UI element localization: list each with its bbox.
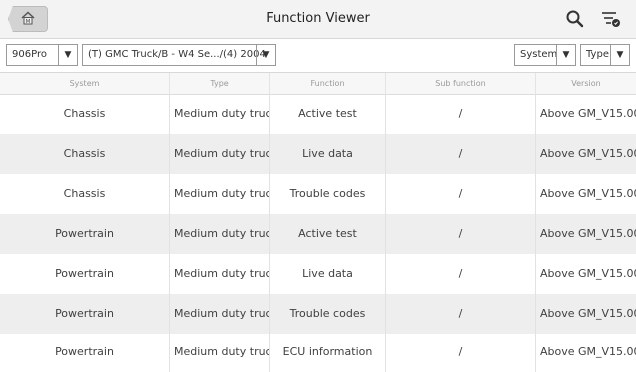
filter-toolbar: 906Pro ▼ (T) GMC Truck/B - W4 Se.../(4) … (0, 39, 636, 73)
cell-version: Above GM_V15.00 (540, 345, 636, 358)
column-header-system[interactable]: System (0, 73, 170, 94)
table-row[interactable]: Chassis Medium duty truck Active test / … (0, 94, 636, 134)
table-row[interactable]: Powertrain Medium duty truck Trouble cod… (0, 294, 636, 334)
search-icon[interactable] (565, 9, 585, 29)
cell-function: Trouble codes (270, 294, 386, 334)
system-filter-value: System (520, 49, 558, 60)
type-filter-value: Type (586, 49, 609, 60)
cell-version: Above GM_V15.00 (540, 107, 636, 120)
cell-version: Above GM_V15.00 (540, 187, 636, 200)
table-row[interactable]: Chassis Medium duty truck Trouble codes … (0, 174, 636, 214)
table-row[interactable]: Powertrain Medium duty truck Active test… (0, 214, 636, 254)
cell-system: Chassis (0, 174, 170, 214)
cell-sub-function: / (386, 134, 536, 174)
dropdown-arrow-icon: ▼ (556, 45, 575, 65)
column-header-version[interactable]: Version (536, 73, 636, 94)
filter-list-icon[interactable] (600, 9, 622, 29)
cell-system: Chassis (0, 134, 170, 174)
cell-function: Live data (270, 254, 386, 294)
cell-version: Above GM_V15.00 (540, 267, 636, 280)
cell-version: Above GM_V15.00 (540, 227, 636, 240)
cell-type: Medium duty truck (170, 134, 270, 174)
cell-sub-function: / (386, 174, 536, 214)
cell-function: Active test (270, 94, 386, 134)
cell-type: Medium duty truck (170, 254, 270, 294)
title-bar: M Function Viewer (0, 0, 636, 39)
cell-type: Medium duty truck (170, 174, 270, 214)
page-title: Function Viewer (266, 11, 370, 26)
cell-type: Medium duty truck (170, 214, 270, 254)
device-select[interactable]: 906Pro ▼ (6, 44, 78, 66)
device-select-value: 906Pro (12, 49, 47, 60)
cell-system: Powertrain (0, 254, 170, 294)
dropdown-arrow-icon: ▼ (256, 45, 275, 65)
vehicle-select[interactable]: (T) GMC Truck/B - W4 Se.../(4) 2004 ▼ (82, 44, 276, 66)
table-header: System Type Function Sub function Versio… (0, 73, 636, 95)
column-header-sub-function[interactable]: Sub function (386, 73, 536, 94)
column-header-function[interactable]: Function (270, 73, 386, 94)
vehicle-select-value: (T) GMC Truck/B - W4 Se.../(4) 2004 (88, 49, 266, 60)
dropdown-arrow-icon: ▼ (610, 45, 629, 65)
column-header-type[interactable]: Type (170, 73, 270, 94)
cell-type: Medium duty truck (170, 94, 270, 134)
cell-sub-function: / (386, 294, 536, 334)
cell-system: Powertrain (0, 332, 170, 372)
system-filter-select[interactable]: System ▼ (514, 44, 576, 66)
table-row[interactable]: Powertrain Medium duty truck Live data /… (0, 254, 636, 294)
cell-function: Live data (270, 134, 386, 174)
cell-type: Medium duty truck (170, 294, 270, 334)
dropdown-arrow-icon: ▼ (58, 45, 77, 65)
cell-system: Powertrain (0, 294, 170, 334)
cell-system: Powertrain (0, 214, 170, 254)
cell-sub-function: / (386, 94, 536, 134)
type-filter-select[interactable]: Type ▼ (580, 44, 630, 66)
cell-system: Chassis (0, 94, 170, 134)
table-row[interactable]: Chassis Medium duty truck Live data / Ab… (0, 134, 636, 174)
table-row[interactable]: Powertrain Medium duty truck ECU informa… (0, 332, 636, 372)
cell-sub-function: / (386, 332, 536, 372)
cell-version: Above GM_V15.00 (540, 147, 636, 160)
cell-function: Trouble codes (270, 174, 386, 214)
cell-type: Medium duty truck (170, 332, 270, 372)
cell-sub-function: / (386, 254, 536, 294)
cell-sub-function: / (386, 214, 536, 254)
cell-function: Active test (270, 214, 386, 254)
cell-version: Above GM_V15.00 (540, 307, 636, 320)
cell-function: ECU information (270, 332, 386, 372)
